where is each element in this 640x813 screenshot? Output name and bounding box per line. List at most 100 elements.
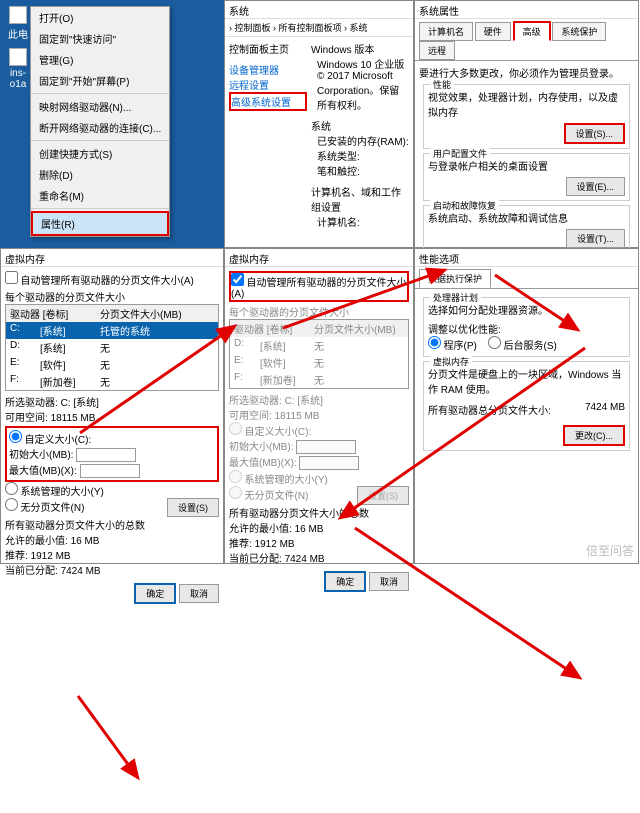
copyright: © 2017 Microsoft Corporation。保留所有权利。 bbox=[311, 71, 409, 112]
tab-remote[interactable]: 远程 bbox=[419, 41, 455, 60]
group-desc: 视觉效果，处理器计划，内存使用，以及虚拟内存 bbox=[428, 89, 625, 119]
watermark: 倍至问答 bbox=[586, 542, 634, 559]
virtual-memory-dialog-1: 虚拟内存 自动管理所有驱动器的分页文件大小(A) 每个驱动器的分页文件大小 驱动… bbox=[0, 248, 224, 564]
drive-row-d[interactable]: D:[系统]无 bbox=[6, 339, 218, 356]
computername-header: 计算机名、域和工作组设置 bbox=[311, 184, 409, 214]
pen-label: 笔和触控: bbox=[311, 163, 409, 178]
radio-no-paging[interactable]: 无分页文件(N) bbox=[5, 503, 84, 513]
max-label: 最大值(MB)(X): bbox=[9, 466, 77, 477]
cp-sidebar: 控制面板主页 设备管理器 远程设置 高级系统设置 bbox=[229, 41, 307, 229]
computername-label: 计算机名: bbox=[311, 214, 409, 229]
init-label: 初始大小(MB): bbox=[9, 450, 73, 461]
cp-home[interactable]: 控制面板主页 bbox=[229, 41, 307, 56]
cp-main: Windows 版本 Windows 10 企业版 © 2017 Microso… bbox=[311, 41, 409, 229]
radio-system-managed[interactable]: 系统管理的大小(Y) bbox=[5, 487, 104, 497]
sel-drive-label: 所选驱动器: bbox=[5, 398, 58, 409]
avail-label: 可用空间: bbox=[5, 413, 48, 424]
drives-header: 每个驱动器的分页文件大小 bbox=[5, 289, 219, 304]
desktop-icon-thispc[interactable]: 此电 bbox=[6, 6, 30, 41]
ok-button[interactable]: 确定 bbox=[324, 571, 366, 592]
tab-computer-name[interactable]: 计算机名 bbox=[419, 22, 473, 41]
ctx-delete[interactable]: 删除(D) bbox=[31, 164, 169, 185]
group-profiles: 用户配置文件 与登录帐户相关的桌面设置 设置(E)... bbox=[423, 153, 630, 201]
cancel-button[interactable]: 取消 bbox=[179, 584, 219, 603]
ctx-properties[interactable]: 属性(R) bbox=[31, 211, 169, 236]
group-desc: 与登录帐户相关的桌面设置 bbox=[428, 158, 625, 173]
window-title: 系统 bbox=[229, 7, 249, 18]
ctx-sep bbox=[31, 208, 169, 209]
cancel-button[interactable]: 取消 bbox=[369, 572, 409, 591]
ctx-map-drive[interactable]: 映射网络驱动器(N)... bbox=[31, 96, 169, 117]
radio-programs[interactable]: 程序(P) bbox=[428, 341, 477, 351]
titlebar: 系统属性 bbox=[415, 1, 638, 19]
titlebar: 系统 bbox=[225, 1, 413, 19]
group-startup: 启动和故障恢复 系统启动、系统故障和调试信息 设置(T)... bbox=[423, 205, 630, 253]
group-title: 用户配置文件 bbox=[430, 147, 490, 160]
tab-protection[interactable]: 系统保护 bbox=[552, 22, 606, 41]
set-button[interactable]: 设置(S) bbox=[167, 498, 219, 517]
ctx-pin-start[interactable]: 固定到"开始"屏幕(P) bbox=[31, 70, 169, 91]
desktop-background: 此电 ins-o1a 打开(O) 固定到"快速访问" 管理(G) 固定到"开始"… bbox=[0, 0, 224, 248]
group-performance: 性能 视觉效果，处理器计划，内存使用，以及虚拟内存 设置(S)... bbox=[423, 84, 630, 149]
virtual-memory-dialog-2: 虚拟内存 自动管理所有驱动器的分页文件大小(A) 每个驱动器的分页文件大小 驱动… bbox=[224, 248, 414, 564]
desktop-icon-2[interactable]: ins-o1a bbox=[6, 48, 30, 90]
initial-size-input[interactable] bbox=[76, 448, 136, 462]
radio-background[interactable]: 后台服务(S) bbox=[488, 341, 557, 351]
radio-custom-size[interactable]: 自定义大小(C): bbox=[9, 435, 91, 445]
auto-manage-checkbox-checked[interactable]: 自动管理所有驱动器的分页文件大小(A) bbox=[229, 271, 409, 302]
group-title: 启动和故障恢复 bbox=[430, 199, 499, 212]
group-processor: 处理器计划 选择如何分配处理器资源。 调整以优化性能: 程序(P) 后台服务(S… bbox=[423, 297, 630, 357]
ctx-pin-qa[interactable]: 固定到"快速访问" bbox=[31, 28, 169, 49]
startup-settings-button[interactable]: 设置(T)... bbox=[566, 229, 625, 248]
tab-bar: 计算机名 硬件 高级 系统保护 远程 bbox=[415, 19, 638, 61]
thispc-icon bbox=[9, 6, 27, 24]
link-advanced-system-settings[interactable]: 高级系统设置 bbox=[229, 92, 307, 111]
avail-value: 18115 MB bbox=[51, 413, 96, 424]
titlebar: 虚拟内存 bbox=[225, 249, 413, 267]
system-properties-dialog: 系统属性 计算机名 硬件 高级 系统保护 远程 要进行大多数更改，你必须作为管理… bbox=[414, 0, 639, 248]
edition: Windows 10 企业版 bbox=[311, 56, 409, 71]
edition-header: Windows 版本 bbox=[311, 41, 409, 56]
ram-label: 已安装的内存(RAM): bbox=[311, 133, 409, 148]
breadcrumb[interactable]: › 控制面板 › 所有控制面板项 › 系统 bbox=[225, 19, 413, 37]
link-remote[interactable]: 远程设置 bbox=[229, 77, 307, 92]
ctx-sep bbox=[31, 93, 169, 94]
totals-header: 所有驱动器分页文件大小的总数 bbox=[5, 517, 219, 532]
titlebar: 虚拟内存 bbox=[1, 249, 223, 267]
perf-settings-button[interactable]: 设置(S)... bbox=[564, 123, 626, 144]
auto-manage-checkbox[interactable]: 自动管理所有驱动器的分页文件大小(A) bbox=[5, 276, 194, 286]
drive-list-disabled: 驱动器 [卷标]分页文件大小(MB) D:[系统]无 E:[软件]无 F:[新加… bbox=[229, 319, 409, 389]
change-button[interactable]: 更改(C)... bbox=[563, 425, 625, 446]
control-panel-system: 系统 › 控制面板 › 所有控制面板项 › 系统 控制面板主页 设备管理器 远程… bbox=[224, 0, 414, 248]
sel-drive-value: C: [系统] bbox=[61, 398, 99, 409]
performance-options-dialog: 性能选项 数据执行保护 处理器计划 选择如何分配处理器资源。 调整以优化性能: … bbox=[414, 248, 639, 564]
drive-row-f[interactable]: F:[新加卷]无 bbox=[6, 373, 218, 390]
group-title: 性能 bbox=[430, 78, 454, 91]
tab-advanced[interactable]: 高级 bbox=[513, 21, 551, 41]
context-menu: 打开(O) 固定到"快速访问" 管理(G) 固定到"开始"屏幕(P) 映射网络驱… bbox=[30, 6, 170, 237]
ctx-manage[interactable]: 管理(G) bbox=[31, 49, 169, 70]
group-virtual-memory: 虚拟内存 分页文件是硬盘上的一块区域，Windows 当作 RAM 使用。 所有… bbox=[423, 361, 630, 451]
drive-row-c[interactable]: C:[系统]托管的系统 bbox=[6, 322, 218, 339]
ctx-open[interactable]: 打开(O) bbox=[31, 7, 169, 28]
drive-row-e[interactable]: E:[软件]无 bbox=[6, 356, 218, 373]
max-size-input[interactable] bbox=[80, 464, 140, 478]
tab-dep[interactable]: 数据执行保护 bbox=[419, 269, 491, 288]
drive-list[interactable]: 驱动器 [卷标]分页文件大小(MB) C:[系统]托管的系统 D:[系统]无 E… bbox=[5, 304, 219, 391]
profile-settings-button[interactable]: 设置(E)... bbox=[566, 177, 626, 196]
ctx-sep bbox=[31, 140, 169, 141]
total-pagefile-value: 7424 MB bbox=[585, 402, 625, 413]
tab-hardware[interactable]: 硬件 bbox=[475, 22, 511, 41]
ctx-shortcut[interactable]: 创建快捷方式(S) bbox=[31, 143, 169, 164]
systype-label: 系统类型: bbox=[311, 148, 409, 163]
ctx-rename[interactable]: 重命名(M) bbox=[31, 185, 169, 206]
custom-size-group: 自定义大小(C): 初始大小(MB): 最大值(MB)(X): bbox=[5, 426, 219, 482]
set-button-disabled: 设置(S) bbox=[357, 486, 409, 505]
system-header: 系统 bbox=[311, 118, 409, 133]
group-desc: 系统启动、系统故障和调试信息 bbox=[428, 210, 625, 225]
ctx-disconnect-drive[interactable]: 断开网络驱动器的连接(C)... bbox=[31, 117, 169, 138]
ok-button[interactable]: 确定 bbox=[134, 583, 176, 604]
generic-icon bbox=[9, 48, 27, 66]
link-device-mgr[interactable]: 设备管理器 bbox=[229, 62, 307, 77]
titlebar: 性能选项 bbox=[415, 249, 638, 267]
